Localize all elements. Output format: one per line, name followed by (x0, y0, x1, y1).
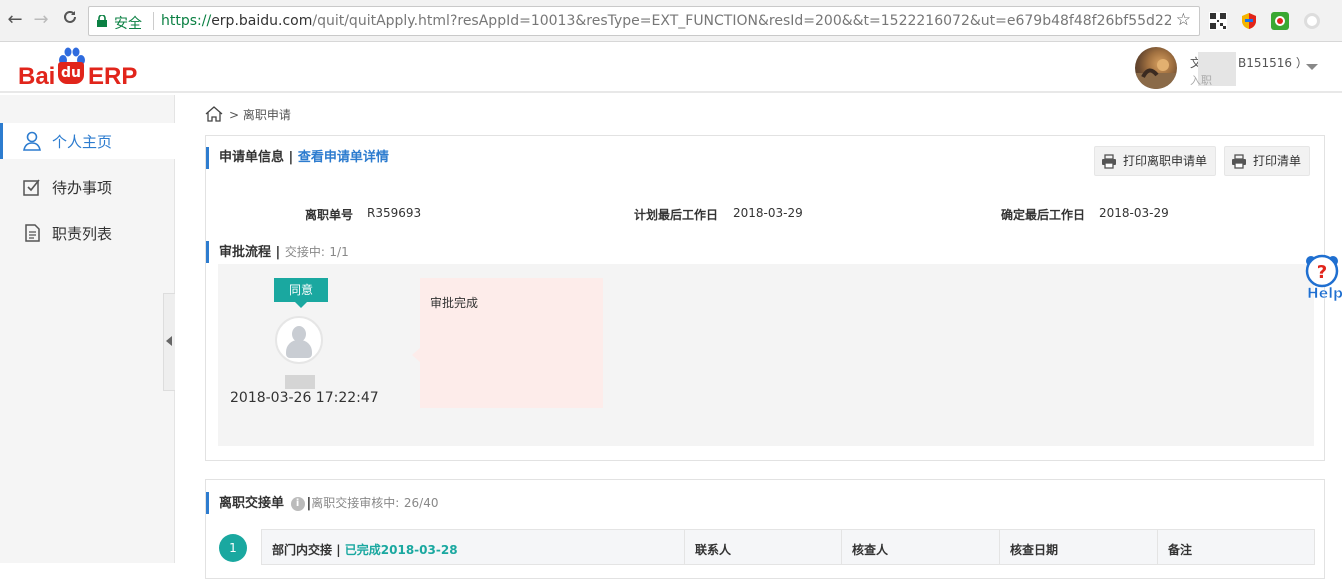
column-divider (1157, 530, 1158, 564)
document-icon (25, 224, 40, 242)
title-separator: | (275, 245, 281, 260)
app-header: Bai du ERP 文 B151516 ） 入职 (0, 42, 1342, 93)
browser-toolbar: ← → 安全 https://erp.baidu.com/quit/quitAp… (0, 0, 1342, 42)
handover-table-header: 部门内交接 | 已完成2018-03-28 联系人 核查人 核查日期 备注 (261, 529, 1315, 565)
handover-progress: 26/40 (403, 496, 439, 510)
breadcrumb-current: 离职申请 (242, 108, 291, 122)
avatar-photo (1135, 59, 1177, 89)
sidebar: 个人主页 待办事项 职责列表 (0, 95, 175, 563)
sidebar-item-duties[interactable]: 职责列表 (0, 215, 175, 251)
profile-extension-icon[interactable] (1303, 12, 1321, 30)
approval-title: 审批流程 (219, 245, 272, 260)
column-dept-handover: 部门内交接 | 已完成2018-03-28 (272, 541, 458, 558)
sidebar-item-label: 职责列表 (52, 225, 113, 243)
column-check-date: 核查日期 (1010, 543, 1059, 557)
print-list-button[interactable]: 打印清单 (1224, 146, 1311, 176)
logo-du-badge: du (58, 62, 84, 84)
print-apply-button[interactable]: 打印离职申请单 (1094, 146, 1217, 176)
bookmark-star-icon[interactable]: ☆ (1176, 10, 1191, 30)
application-panel: 申请单信息 | 查看申请单详情 打印离职申请单 打印清单 离职单号 R35969… (205, 135, 1325, 461)
help-text: Help (1307, 286, 1342, 301)
planned-last-day-label: 计划最后工作日 (634, 208, 719, 222)
url-path: /quit/quitApply.html?resAppId=10013&resT… (312, 13, 1171, 29)
breadcrumb: > 离职申请 (205, 106, 291, 123)
application-title: 申请单信息 (219, 150, 285, 165)
home-icon[interactable] (205, 106, 223, 122)
approval-progress: 1/1 (329, 245, 349, 259)
handover-section-title: 离职交接单 i |离职交接审核中: 26/40 (206, 492, 438, 514)
sidebar-item-home[interactable]: 个人主页 (0, 123, 175, 159)
lock-icon (97, 15, 107, 27)
column-separator: | (336, 543, 341, 557)
sidebar-collapse-handle[interactable] (163, 293, 175, 391)
handover-status: 离职交接审核中: (311, 496, 400, 510)
address-bar[interactable]: 安全 https://erp.baidu.com/quit/quitApply.… (88, 6, 1200, 36)
shield-extension-icon[interactable] (1240, 12, 1258, 30)
back-button[interactable]: ← (4, 9, 26, 31)
approval-note-text: 审批完成 (430, 296, 479, 310)
view-detail-link[interactable]: 查看申请单详情 (298, 150, 389, 165)
confirmed-last-day-value: 2018-03-29 (1099, 206, 1169, 220)
handover-title: 离职交接单 (219, 496, 285, 511)
printer-icon (1102, 154, 1116, 169)
approver-avatar-body (286, 340, 312, 358)
user-menu-caret-icon[interactable] (1306, 64, 1318, 70)
help-icon[interactable]: ? Help (1303, 253, 1342, 301)
approval-time: 2018-03-26 17:22:47 (230, 390, 379, 406)
application-section-title: 申请单信息 | 查看申请单详情 (206, 147, 389, 169)
quit-number-label: 离职单号 (305, 208, 354, 222)
sidebar-item-todo[interactable]: 待办事项 (0, 169, 175, 205)
confirmed-last-day-label: 确定最后工作日 (1001, 208, 1086, 222)
user-avatar[interactable] (1135, 47, 1177, 89)
url-text[interactable]: https://erp.baidu.com/quit/quitApply.htm… (161, 13, 1171, 29)
column-checker: 核查人 (852, 543, 889, 557)
info-icon[interactable]: i (290, 497, 305, 511)
quit-number-value: R359693 (367, 206, 422, 220)
approver-avatar (275, 316, 323, 364)
approval-flow: 同意 2018-03-26 17:22:47 审批完成 (218, 264, 1314, 446)
handover-panel: 离职交接单 i |离职交接审核中: 26/40 1 部门内交接 | 已完成2018… (205, 479, 1325, 579)
column-divider (841, 530, 842, 564)
step-number-badge: 1 (219, 534, 247, 562)
user-department: 入职 (1190, 74, 1212, 87)
dept-handover-label: 部门内交接 (272, 543, 333, 557)
planned-last-day-value: 2018-03-29 (733, 206, 803, 220)
title-separator: | (288, 150, 294, 165)
logo-text-erp: ERP (88, 63, 138, 90)
user-icon (23, 131, 41, 151)
approval-section-title: 审批流程 | 交接中: 1/1 (206, 241, 349, 263)
logo-text-bai: Bai (18, 63, 56, 90)
print-list-label: 打印清单 (1253, 154, 1302, 168)
print-apply-label: 打印离职申请单 (1123, 154, 1208, 168)
approve-badge: 同意 (274, 278, 328, 308)
column-remark: 备注 (1168, 543, 1193, 557)
user-id: B151516 ） (1238, 56, 1308, 70)
approval-status: 交接中: (284, 245, 325, 259)
column-divider (684, 530, 685, 564)
forward-button[interactable]: → (30, 9, 52, 31)
url-divider (153, 12, 154, 30)
green-extension-icon[interactable] (1271, 12, 1289, 30)
printer-icon (1232, 154, 1246, 169)
checkbox-icon (23, 179, 40, 196)
qr-code-icon[interactable] (1209, 12, 1227, 30)
reload-icon (64, 10, 76, 23)
sidebar-item-label: 个人主页 (52, 133, 113, 151)
sidebar-item-label: 待办事项 (52, 179, 113, 197)
reload-button[interactable] (59, 9, 81, 31)
column-divider (999, 530, 1000, 564)
url-host: erp.baidu.com (211, 13, 313, 29)
approver-name-mask (285, 375, 315, 389)
column-contact: 联系人 (695, 543, 732, 557)
help-question-mark: ? (1317, 262, 1327, 283)
approval-note: 审批完成 (412, 278, 603, 408)
secure-label: 安全 (114, 16, 142, 32)
dept-handover-status: 已完成2018-03-28 (344, 543, 458, 557)
breadcrumb-separator: > (229, 108, 240, 122)
url-scheme: https:// (161, 13, 212, 29)
